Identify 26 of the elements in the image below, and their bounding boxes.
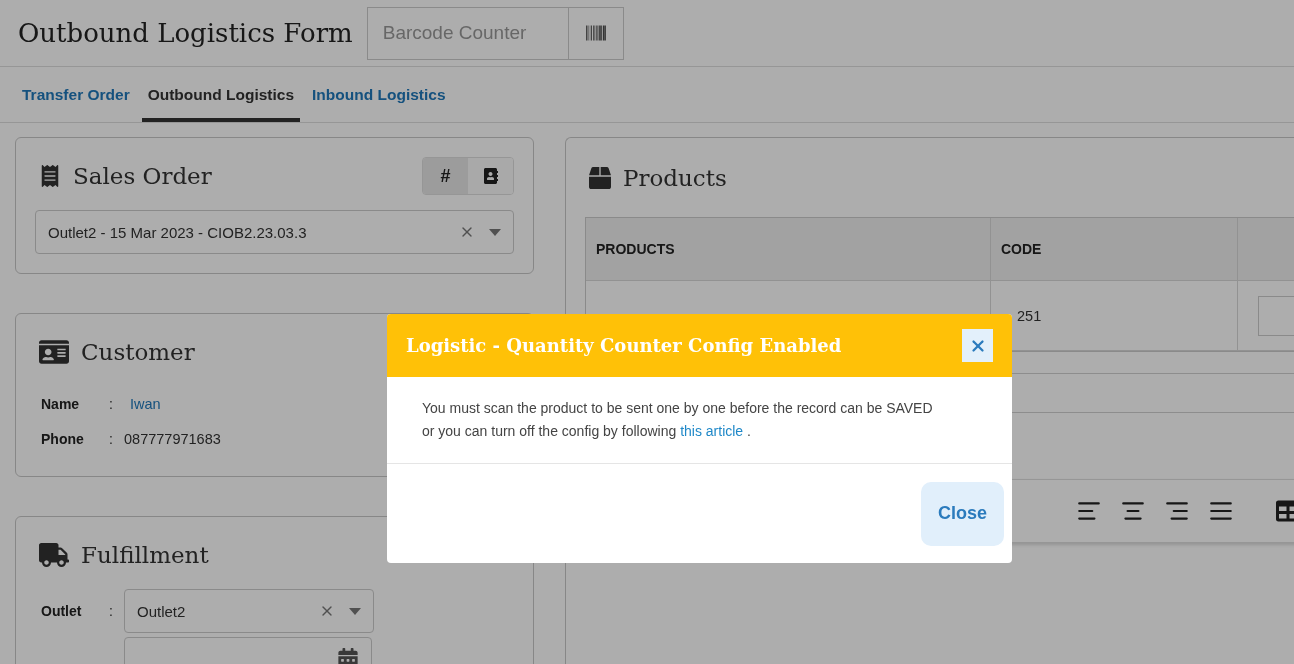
field-label: Outlet [41, 603, 83, 619]
customer-name-link[interactable]: Iwan [130, 395, 161, 412]
card-title: Customer [81, 339, 195, 365]
outlet-select[interactable]: Outlet2 [124, 589, 374, 633]
tab[interactable]: Inbound Logistics [306, 67, 452, 122]
page-title: Outbound Logistics Form [18, 18, 353, 48]
tab[interactable]: Transfer Order [16, 67, 136, 122]
field-label: Name [41, 395, 81, 412]
number-mode-button[interactable]: # [423, 158, 468, 194]
card-title: Fulfillment [81, 542, 209, 568]
separator: : [109, 603, 114, 619]
dialog-message: You must scan the product to be sent one by one before the record can be SAVED or you can turn off the config by following this article . [422, 399, 934, 441]
column-header: PRODUCTS [586, 218, 991, 280]
article-link[interactable]: this article [680, 423, 744, 439]
tab[interactable]: Outbound Logistics [141, 67, 301, 122]
card-title: Products [623, 165, 727, 191]
sales-order-select[interactable]: Outlet2 - 15 Mar 2023 - CIOB2.23.03.3 [35, 210, 514, 254]
card-title: Sales Order [73, 163, 212, 189]
close-button[interactable]: Close [921, 481, 1004, 546]
barcode-field[interactable]: Barcode Counter [366, 6, 568, 60]
separator: : [109, 430, 114, 447]
dialog-title: Logistic - Quantity Counter Config Enabled [406, 335, 842, 356]
field-value: 087777971683 [124, 430, 221, 447]
column-header: CODE [991, 218, 1238, 280]
field-label: Phone [41, 430, 85, 447]
separator: : [109, 395, 114, 412]
